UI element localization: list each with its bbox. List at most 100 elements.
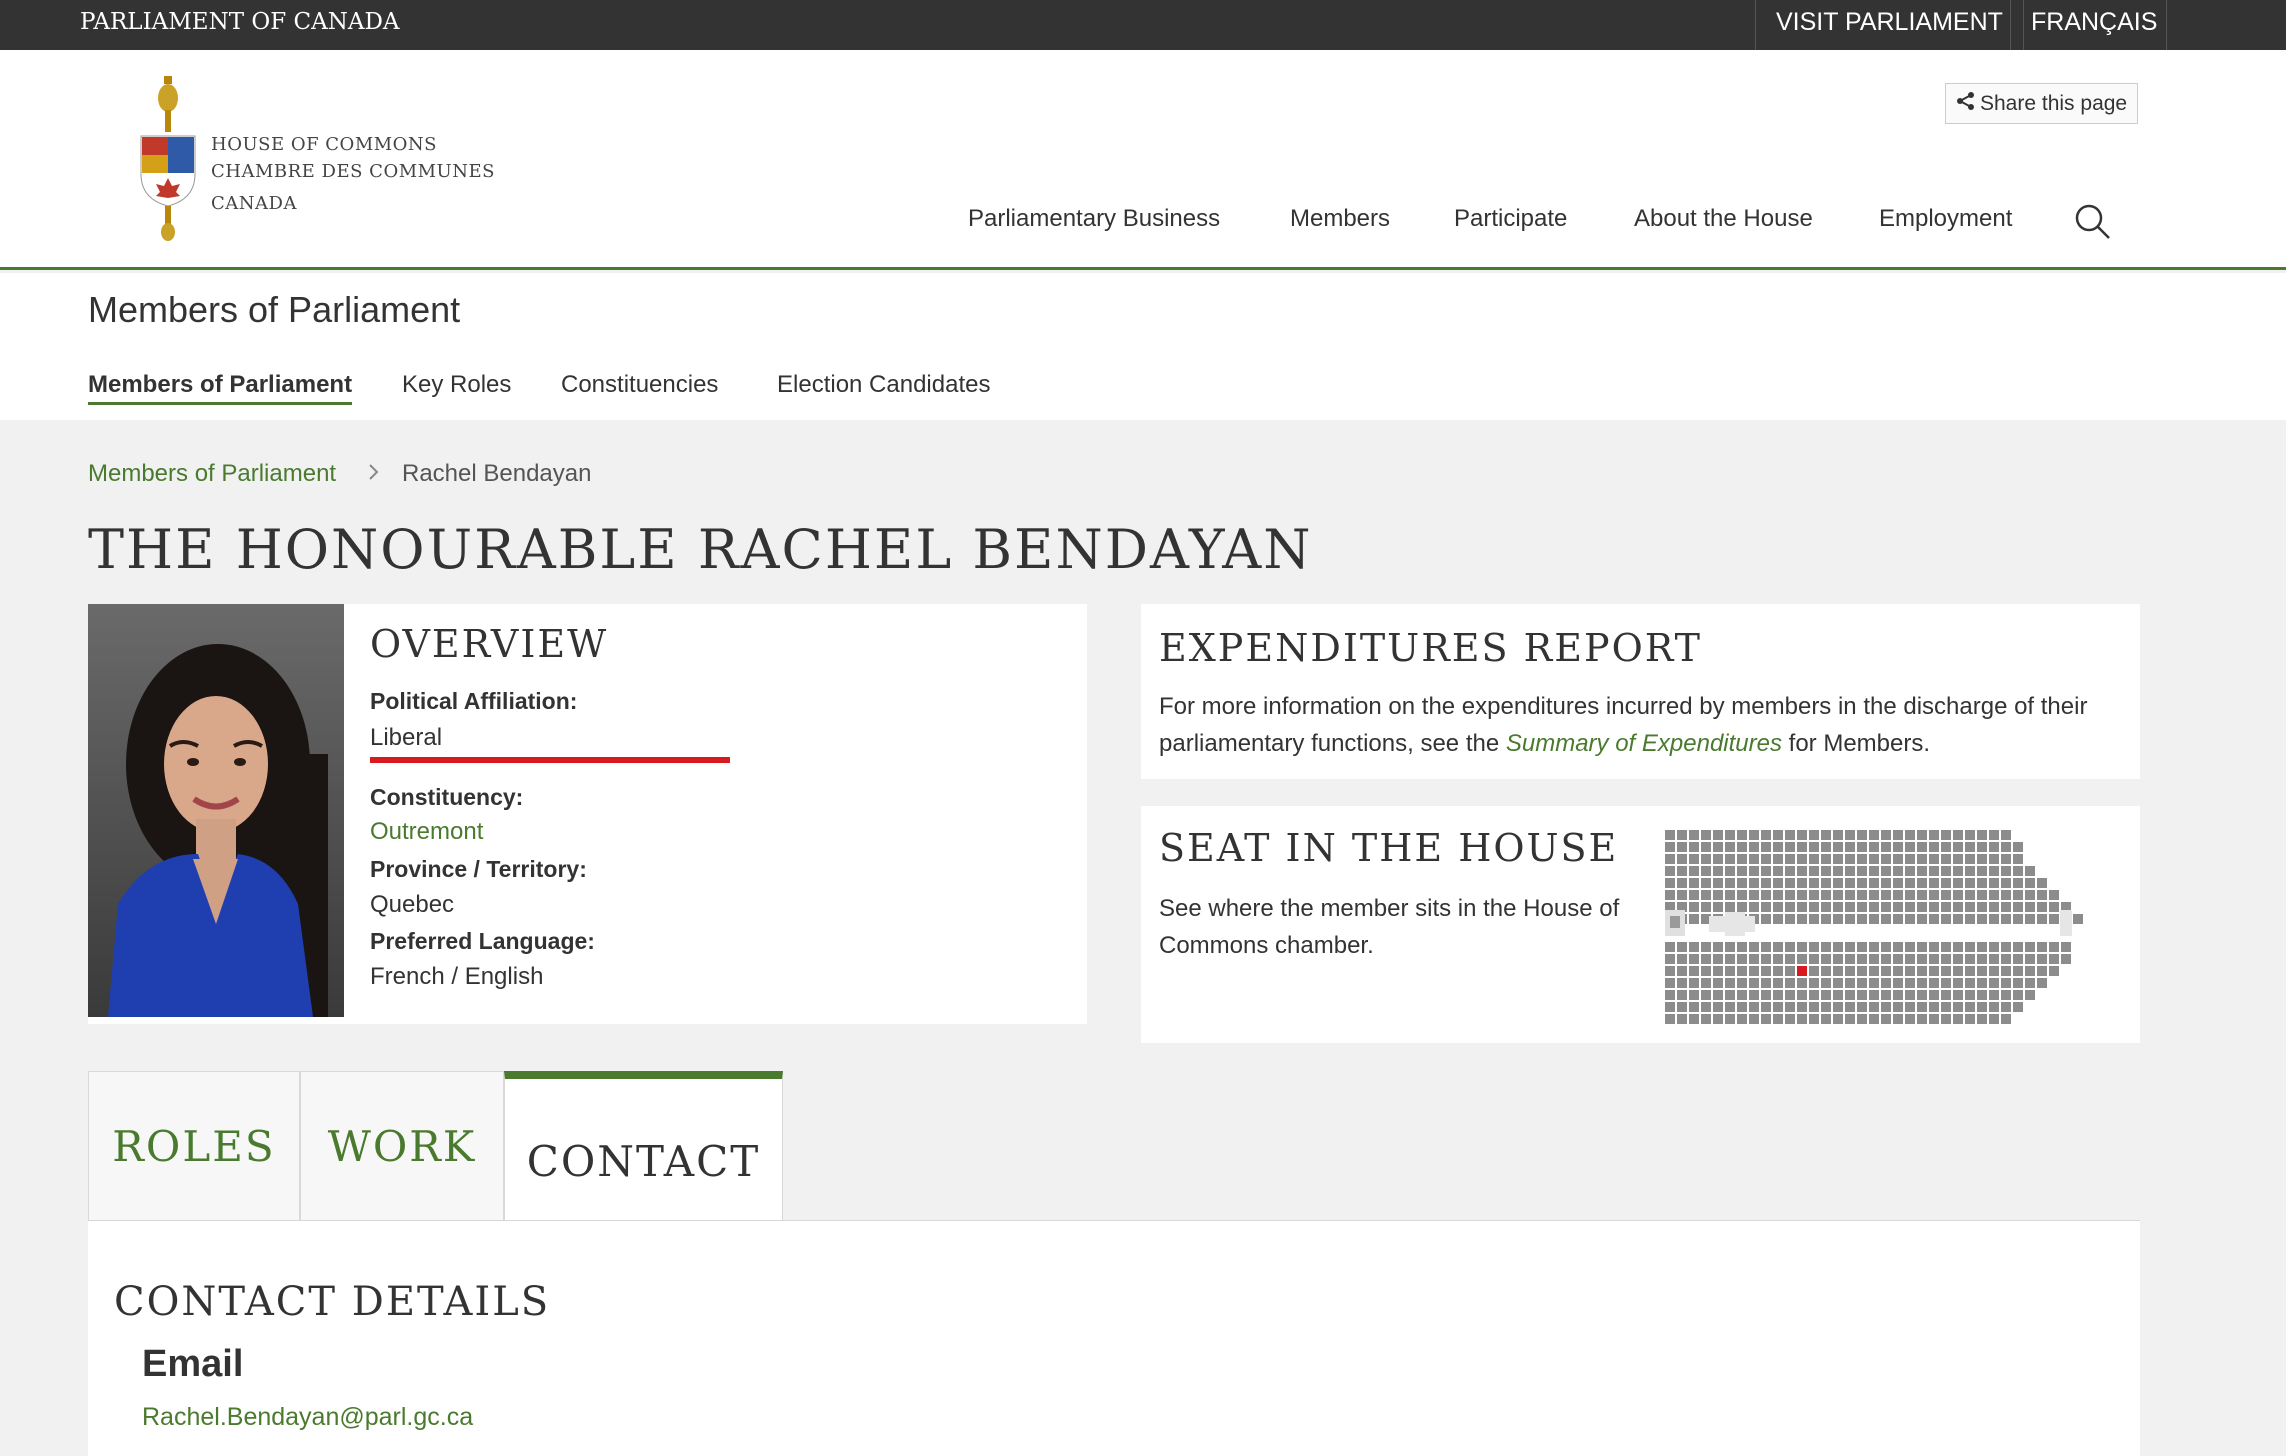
search-icon[interactable] bbox=[2073, 202, 2113, 247]
nav-about-the-house[interactable]: About the House bbox=[1634, 205, 1813, 233]
seat bbox=[1797, 954, 1807, 964]
seat bbox=[1833, 866, 1843, 876]
seat bbox=[1833, 978, 1843, 988]
summary-of-expenditures-link[interactable]: Summary of Expenditures bbox=[1506, 730, 1782, 757]
seat bbox=[1893, 854, 1903, 864]
seat bbox=[1821, 830, 1831, 840]
seat bbox=[1761, 842, 1771, 852]
seat bbox=[1989, 942, 1999, 952]
seat bbox=[1977, 902, 1987, 912]
seat bbox=[1713, 842, 1723, 852]
seat bbox=[1701, 942, 1711, 952]
seat bbox=[1809, 966, 1819, 976]
seat bbox=[1965, 878, 1975, 888]
seat bbox=[1833, 842, 1843, 852]
seat bbox=[1977, 990, 1987, 1000]
seat bbox=[2001, 978, 2011, 988]
seat bbox=[1893, 830, 1903, 840]
seat bbox=[1989, 914, 1999, 924]
seat bbox=[1845, 842, 1855, 852]
seat bbox=[1869, 866, 1879, 876]
subnav-members-of-parliament[interactable]: Members of Parliament bbox=[88, 371, 353, 405]
seat bbox=[1917, 966, 1927, 976]
seat bbox=[2037, 890, 2047, 900]
seat bbox=[1989, 866, 1999, 876]
seat bbox=[1941, 854, 1951, 864]
seat bbox=[1965, 1002, 1975, 1012]
seat bbox=[1761, 942, 1771, 952]
constituency-link[interactable]: Outremont bbox=[370, 818, 483, 846]
nav-members[interactable]: Members bbox=[1290, 205, 1390, 233]
tab-work[interactable]: WORK bbox=[300, 1071, 504, 1221]
seat bbox=[1941, 878, 1951, 888]
expenditures-text: For more information on the expenditures… bbox=[1159, 688, 2119, 762]
seat bbox=[1845, 914, 1855, 924]
house-of-commons-crest-logo[interactable] bbox=[138, 74, 198, 249]
seat bbox=[1857, 954, 1867, 964]
expenditures-text-after: for Members. bbox=[1788, 730, 1931, 757]
tab-roles[interactable]: ROLES bbox=[88, 1071, 300, 1221]
seat bbox=[1881, 830, 1891, 840]
seat bbox=[1689, 854, 1699, 864]
province-value: Quebec bbox=[370, 891, 455, 918]
seat bbox=[1965, 942, 1975, 952]
seat bbox=[1929, 990, 1939, 1000]
seat-map[interactable] bbox=[1665, 830, 2085, 1030]
seat bbox=[1953, 914, 1963, 924]
seat bbox=[1701, 902, 1711, 912]
logo-text: HOUSE OF COMMONS CHAMBRE DES COMMUNES CA… bbox=[211, 131, 495, 217]
seat bbox=[1725, 966, 1735, 976]
nav-employment[interactable]: Employment bbox=[1879, 205, 2012, 233]
seat bbox=[1701, 1002, 1711, 1012]
seat bbox=[1701, 830, 1711, 840]
nav-participate[interactable]: Participate bbox=[1454, 205, 1567, 233]
seat bbox=[1953, 954, 1963, 964]
seat bbox=[1905, 914, 1915, 924]
seat bbox=[1689, 1014, 1699, 1024]
seat bbox=[1845, 866, 1855, 876]
seat bbox=[2037, 954, 2047, 964]
seat bbox=[1725, 890, 1735, 900]
seat bbox=[1737, 954, 1747, 964]
seat bbox=[1929, 1014, 1939, 1024]
seat bbox=[1857, 914, 1867, 924]
breadcrumb-link[interactable]: Members of Parliament bbox=[88, 460, 336, 488]
subnav-election-candidates[interactable]: Election Candidates bbox=[777, 371, 990, 399]
nav-parliamentary-business[interactable]: Parliamentary Business bbox=[968, 205, 1220, 233]
seat bbox=[1881, 1014, 1891, 1024]
seat-card: SEAT IN THE HOUSE See where the member s… bbox=[1141, 806, 2140, 1043]
tab-contact[interactable]: CONTACT bbox=[504, 1071, 783, 1223]
seat bbox=[2001, 854, 2011, 864]
seat bbox=[1917, 842, 1927, 852]
seat bbox=[1689, 1002, 1699, 1012]
seat bbox=[1749, 830, 1759, 840]
seat bbox=[1869, 878, 1879, 888]
seat bbox=[1821, 902, 1831, 912]
subnav-key-roles[interactable]: Key Roles bbox=[402, 371, 511, 399]
seat bbox=[1725, 830, 1735, 840]
seat bbox=[1701, 842, 1711, 852]
seat bbox=[2061, 942, 2071, 952]
seat bbox=[1965, 978, 1975, 988]
parliament-brand[interactable]: PARLIAMENT OF CANADA bbox=[80, 0, 400, 50]
email-link[interactable]: Rachel.Bendayan@parl.gc.ca bbox=[142, 1403, 473, 1432]
seat bbox=[1689, 954, 1699, 964]
seat bbox=[1725, 954, 1735, 964]
visit-parliament-link[interactable]: VISIT PARLIAMENT bbox=[1755, 0, 2024, 50]
language-toggle-link[interactable]: FRANÇAIS bbox=[2010, 0, 2167, 50]
subnav-constituencies[interactable]: Constituencies bbox=[561, 371, 718, 399]
seat bbox=[1785, 990, 1795, 1000]
seat bbox=[1749, 1014, 1759, 1024]
seat bbox=[1785, 830, 1795, 840]
seat bbox=[2013, 954, 2023, 964]
seat bbox=[1881, 914, 1891, 924]
share-page-button[interactable]: Share this page bbox=[1945, 83, 2139, 124]
seat bbox=[1845, 878, 1855, 888]
seat bbox=[1773, 1014, 1783, 1024]
seat bbox=[1965, 854, 1975, 864]
seat bbox=[1665, 990, 1675, 1000]
seat bbox=[1845, 890, 1855, 900]
seat bbox=[1917, 830, 1927, 840]
seat bbox=[1761, 1002, 1771, 1012]
seat bbox=[1917, 878, 1927, 888]
